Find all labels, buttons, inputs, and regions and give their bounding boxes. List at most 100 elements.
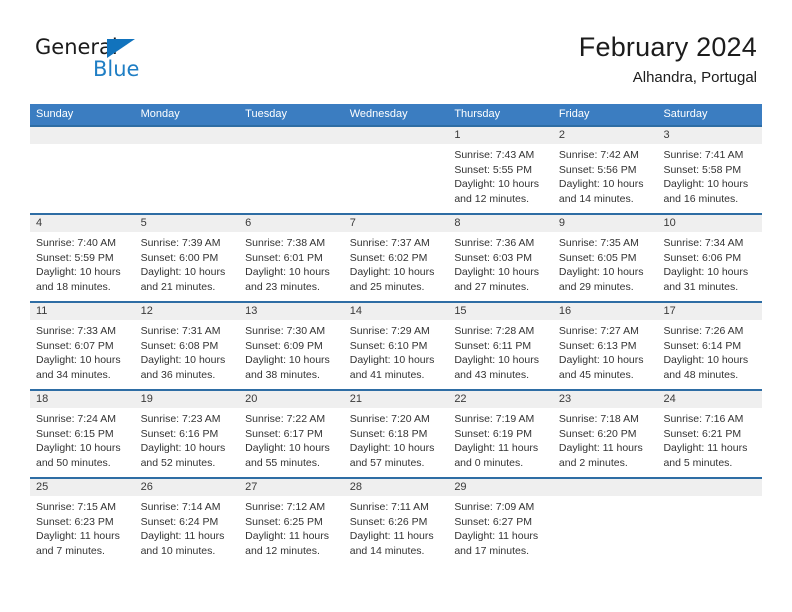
sunrise-text: Sunrise: 7:26 AM: [663, 325, 744, 337]
calendar-day-cell[interactable]: 21 Sunrise: 7:20 AM Sunset: 6:18 PM Dayligh…: [343, 391, 449, 477]
day-number-strip: 17: [657, 303, 763, 320]
calendar-day-cell[interactable]: 22 Sunrise: 7:19 AM Sunset: 6:19 PM Dayligh…: [448, 391, 553, 477]
calendar-week-row: 4 Sunrise: 7:40 AM Sunset: 5:59 PM Daylight…: [30, 213, 763, 301]
calendar-day-cell[interactable]: 8 Sunrise: 7:36 AM Sunset: 6:03 PM Daylight…: [448, 215, 553, 301]
calendar-day-cell[interactable]: 11 Sunrise: 7:33 AM Sunset: 6:07 PM Dayligh…: [30, 303, 135, 389]
calendar-day-cell[interactable]: 4 Sunrise: 7:40 AM Sunset: 5:59 PM Daylight…: [30, 215, 135, 301]
sunrise-text: Sunrise: 7:38 AM: [245, 237, 326, 249]
logo-triangle-icon: [107, 39, 135, 58]
sunset-text: Sunset: 6:25 PM: [245, 515, 323, 528]
day-number-strip: 29: [448, 479, 553, 496]
day-number: 29: [454, 481, 467, 493]
sunrise-text: Sunrise: 7:33 AM: [36, 325, 116, 337]
daylight-text-line2: and 45 minutes.: [558, 368, 634, 381]
day-number-strip: 22: [448, 391, 553, 408]
daylight-text-line2: and 17 minutes.: [454, 544, 530, 557]
day-sun-info: Sunrise: 7:38 AM Sunset: 6:01 PM Daylight:…: [239, 232, 344, 294]
sunrise-text: Sunrise: 7:16 AM: [663, 413, 744, 425]
calendar-day-cell[interactable]: 14 Sunrise: 7:29 AM Sunset: 6:10 PM Dayligh…: [343, 303, 449, 389]
daylight-text-line2: and 36 minutes.: [140, 368, 216, 381]
day-number: 22: [454, 393, 467, 405]
day-sun-info: Sunrise: 7:26 AM Sunset: 6:14 PM Daylight:…: [657, 320, 762, 382]
day-number: 4: [36, 217, 43, 229]
calendar-day-cell[interactable]: 20 Sunrise: 7:22 AM Sunset: 6:17 PM Dayligh…: [239, 391, 344, 477]
sunset-text: Sunset: 6:03 PM: [454, 251, 532, 264]
sunrise-text: Sunrise: 7:09 AM: [454, 501, 535, 513]
calendar-day-cell[interactable]: 15 Sunrise: 7:28 AM Sunset: 6:11 PM Dayligh…: [448, 303, 553, 389]
calendar-day-cell[interactable]: 23 Sunrise: 7:18 AM Sunset: 6:20 PM Dayligh…: [552, 391, 658, 477]
calendar-day-empty: [239, 127, 344, 213]
day-number: 8: [454, 217, 461, 229]
calendar-day-cell[interactable]: 28 Sunrise: 7:11 AM Sunset: 6:26 PM Dayligh…: [343, 479, 449, 565]
page-subtitle: Alhandra, Portugal: [632, 69, 757, 86]
calendar-day-cell[interactable]: 24 Sunrise: 7:16 AM Sunset: 6:21 PM Dayligh…: [657, 391, 763, 477]
day-number-strip: 16: [552, 303, 658, 320]
day-sun-info: Sunrise: 7:18 AM Sunset: 6:20 PM Daylight:…: [553, 408, 658, 470]
calendar-day-empty: [657, 479, 763, 565]
sunrise-text: Sunrise: 7:30 AM: [245, 325, 326, 337]
day-number-strip: 21: [343, 391, 449, 408]
calendar-day-cell[interactable]: 25 Sunrise: 7:15 AM Sunset: 6:23 PM Dayligh…: [30, 479, 135, 565]
daylight-text-line1: Daylight: 10 hours: [454, 178, 539, 191]
sunset-text: Sunset: 6:10 PM: [349, 339, 428, 352]
day-number: 20: [245, 393, 258, 405]
daylight-text-line2: and 2 minutes.: [558, 456, 628, 469]
sunset-text: Sunset: 6:08 PM: [140, 339, 219, 352]
calendar-day-cell[interactable]: 9 Sunrise: 7:35 AM Sunset: 6:05 PM Daylight…: [552, 215, 658, 301]
calendar-day-cell[interactable]: 5 Sunrise: 7:39 AM Sunset: 6:00 PM Daylight…: [134, 215, 240, 301]
day-sun-info: Sunrise: 7:27 AM Sunset: 6:13 PM Daylight:…: [553, 320, 658, 382]
calendar-day-cell[interactable]: 1 Sunrise: 7:43 AM Sunset: 5:55 PM Daylight…: [448, 127, 553, 213]
sunset-text: Sunset: 6:09 PM: [245, 339, 323, 352]
sunset-text: Sunset: 6:02 PM: [349, 251, 428, 264]
sunrise-text: Sunrise: 7:11 AM: [349, 501, 429, 513]
calendar-week-row: 18 Sunrise: 7:24 AM Sunset: 6:15 PM Dayligh…: [30, 389, 763, 477]
day-sun-info: Sunrise: 7:15 AM Sunset: 6:23 PM Daylight:…: [30, 496, 135, 558]
sunrise-text: Sunrise: 7:31 AM: [140, 325, 221, 337]
calendar-day-cell[interactable]: 3 Sunrise: 7:41 AM Sunset: 5:58 PM Daylight…: [657, 127, 763, 213]
calendar-day-cell[interactable]: 10 Sunrise: 7:34 AM Sunset: 6:06 PM Dayligh…: [657, 215, 763, 301]
calendar-day-cell[interactable]: 13 Sunrise: 7:30 AM Sunset: 6:09 PM Dayligh…: [239, 303, 344, 389]
day-number: 10: [663, 217, 676, 229]
daylight-text-line2: and 21 minutes.: [140, 280, 216, 293]
day-number-strip: 7: [343, 215, 449, 232]
generalblue-logo[interactable]: General Blue: [35, 35, 150, 87]
daylight-text-line1: Daylight: 10 hours: [663, 178, 749, 191]
calendar-day-cell[interactable]: 27 Sunrise: 7:12 AM Sunset: 6:25 PM Dayligh…: [239, 479, 344, 565]
calendar-day-cell[interactable]: 26 Sunrise: 7:14 AM Sunset: 6:24 PM Dayligh…: [134, 479, 240, 565]
day-number-strip: 20: [239, 391, 344, 408]
sunset-text: Sunset: 6:07 PM: [36, 339, 114, 352]
day-number-strip: 19: [134, 391, 240, 408]
calendar-day-cell[interactable]: 6 Sunrise: 7:38 AM Sunset: 6:01 PM Daylight…: [239, 215, 344, 301]
daylight-text-line1: Daylight: 10 hours: [140, 442, 226, 455]
calendar-day-cell[interactable]: 7 Sunrise: 7:37 AM Sunset: 6:02 PM Daylight…: [343, 215, 449, 301]
calendar-day-cell[interactable]: 2 Sunrise: 7:42 AM Sunset: 5:56 PM Daylight…: [552, 127, 658, 213]
calendar-grid: Sunday Monday Tuesday Wednesday Thursday…: [30, 104, 763, 565]
day-sun-info: Sunrise: 7:16 AM Sunset: 6:21 PM Daylight:…: [657, 408, 762, 470]
day-number: 3: [663, 129, 670, 141]
calendar-day-cell[interactable]: 19 Sunrise: 7:23 AM Sunset: 6:16 PM Dayligh…: [134, 391, 240, 477]
day-sun-info: Sunrise: 7:22 AM Sunset: 6:17 PM Daylight:…: [239, 408, 344, 470]
daylight-text-line1: Daylight: 10 hours: [349, 442, 435, 455]
day-number-strip: [343, 127, 449, 144]
daylight-text-line2: and 25 minutes.: [349, 280, 425, 293]
calendar-day-cell[interactable]: 12 Sunrise: 7:31 AM Sunset: 6:08 PM Dayligh…: [134, 303, 240, 389]
daylight-text-line1: Daylight: 11 hours: [558, 442, 643, 455]
daylight-text-line2: and 14 minutes.: [349, 544, 425, 557]
day-number: 1: [454, 129, 461, 141]
calendar-day-cell[interactable]: 16 Sunrise: 7:27 AM Sunset: 6:13 PM Dayligh…: [552, 303, 658, 389]
sunset-text: Sunset: 6:13 PM: [558, 339, 637, 352]
calendar-day-cell[interactable]: 18 Sunrise: 7:24 AM Sunset: 6:15 PM Dayligh…: [30, 391, 135, 477]
day-number-strip: 8: [448, 215, 553, 232]
calendar-day-cell[interactable]: 17 Sunrise: 7:26 AM Sunset: 6:14 PM Dayligh…: [657, 303, 763, 389]
day-sun-info: Sunrise: 7:31 AM Sunset: 6:08 PM Daylight:…: [135, 320, 240, 382]
day-sun-info: Sunrise: 7:40 AM Sunset: 5:59 PM Daylight:…: [30, 232, 135, 294]
day-number: 25: [36, 481, 49, 493]
calendar-day-cell[interactable]: 29 Sunrise: 7:09 AM Sunset: 6:27 PM Dayligh…: [448, 479, 553, 565]
day-number-strip: 26: [134, 479, 240, 496]
daylight-text-line1: Daylight: 11 hours: [454, 442, 539, 455]
daylight-text-line1: Daylight: 11 hours: [36, 530, 120, 543]
day-number: 26: [140, 481, 153, 493]
day-number-strip: 1: [448, 127, 553, 144]
day-sun-info: Sunrise: 7:34 AM Sunset: 6:06 PM Daylight:…: [657, 232, 762, 294]
sunrise-text: Sunrise: 7:20 AM: [349, 413, 430, 425]
